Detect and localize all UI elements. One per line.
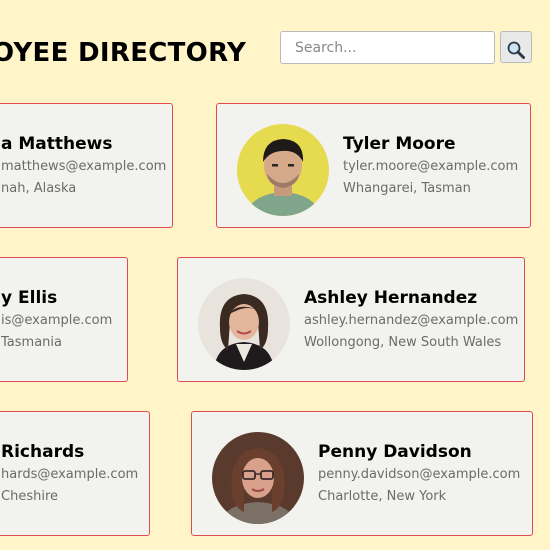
employee-card[interactable]: y Ellis is@example.com Tasmania: [0, 257, 128, 382]
employee-email: ashley.hernandez@example.com: [304, 313, 519, 328]
search-button[interactable]: [500, 31, 532, 63]
search-input[interactable]: [280, 31, 495, 64]
employee-card[interactable]: Penny Davidson penny.davidson@example.co…: [191, 411, 533, 536]
employee-name: a Matthews: [1, 134, 113, 154]
employee-card[interactable]: a Matthews matthews@example.com nah, Ala…: [0, 103, 173, 228]
employee-card[interactable]: Ashley Hernandez ashley.hernandez@exampl…: [177, 257, 525, 382]
employee-location: Whangarei, Tasman: [343, 181, 471, 196]
employee-card[interactable]: Richards hards@example.com Cheshire: [0, 411, 150, 536]
employee-name: Richards: [1, 442, 85, 462]
employee-email: is@example.com: [1, 313, 113, 328]
employee-email: tyler.moore@example.com: [343, 159, 519, 174]
employee-directory-page: LOYEE DIRECTORY a Matthews matthews@exam…: [0, 0, 550, 550]
employee-location: nah, Alaska: [1, 181, 77, 196]
avatar: [198, 278, 290, 370]
employee-name: y Ellis: [1, 288, 58, 308]
page-title: LOYEE DIRECTORY: [0, 38, 247, 68]
avatar: [212, 432, 304, 524]
employee-email: matthews@example.com: [1, 159, 167, 174]
employee-card[interactable]: Tyler Moore tyler.moore@example.com Whan…: [216, 103, 531, 228]
employee-location: Charlotte, New York: [318, 489, 447, 504]
employee-name: Tyler Moore: [343, 134, 456, 154]
employee-name: Ashley Hernandez: [304, 288, 478, 308]
employee-location: Tasmania: [1, 335, 62, 350]
avatar: [237, 124, 329, 216]
magnifier-icon: [501, 40, 531, 60]
employee-location: Wollongong, New South Wales: [304, 335, 502, 350]
employee-name: Penny Davidson: [318, 442, 472, 462]
employee-location: Cheshire: [1, 489, 58, 504]
employee-email: penny.davidson@example.com: [318, 467, 521, 482]
employee-email: hards@example.com: [1, 467, 139, 482]
